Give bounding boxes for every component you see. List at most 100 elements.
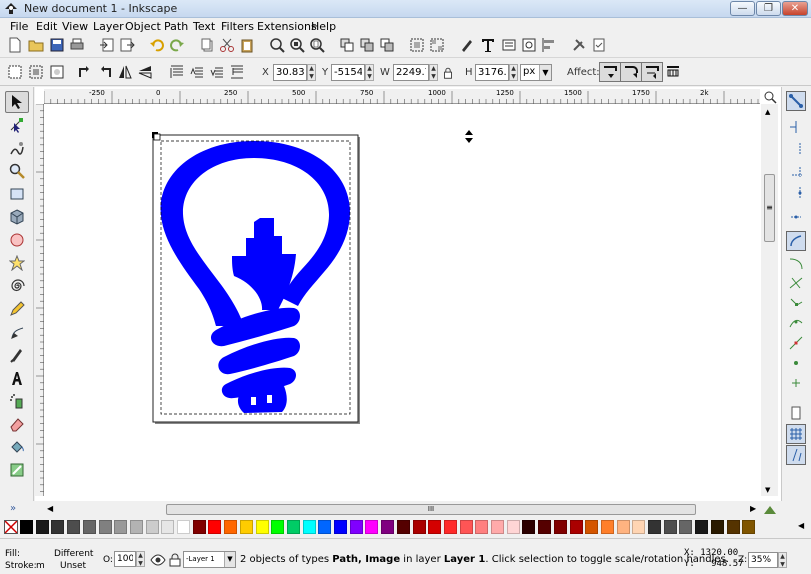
fill-stroke-button[interactable] [458, 35, 476, 55]
preferences-button[interactable] [570, 35, 588, 55]
select-all-layers-button[interactable] [27, 62, 45, 82]
palette-swatch[interactable] [522, 520, 536, 534]
deselect-button[interactable] [48, 62, 66, 82]
3d-box-tool[interactable] [5, 206, 29, 228]
lock-proportions-button[interactable] [441, 63, 455, 83]
document-metadata-button[interactable] [590, 35, 608, 55]
palette-swatch[interactable] [585, 520, 599, 534]
palette-swatch[interactable] [208, 520, 222, 534]
toolbox-expand-icon[interactable]: » [10, 503, 16, 514]
palette-swatch[interactable] [569, 520, 583, 534]
ellipse-tool[interactable] [5, 229, 29, 251]
snap-grid-button[interactable] [786, 424, 806, 444]
flip-horizontal-button[interactable] [116, 62, 134, 82]
palette-swatch[interactable] [538, 520, 552, 534]
palette-swatch[interactable] [129, 520, 143, 534]
pencil-tool[interactable] [5, 298, 29, 320]
palette-swatch[interactable] [365, 520, 379, 534]
snap-midpoints-button[interactable] [786, 333, 806, 353]
node-tool[interactable] [5, 114, 29, 136]
text-tool[interactable] [5, 367, 29, 389]
affect-pattern-toggle[interactable] [663, 62, 683, 82]
import-button[interactable] [98, 35, 116, 55]
opacity-field[interactable] [114, 551, 136, 567]
palette-swatch[interactable] [506, 520, 520, 534]
scroll-down-arrow-icon[interactable]: ▼ [765, 486, 770, 494]
save-button[interactable] [48, 35, 66, 55]
lower-to-bottom-button[interactable] [228, 62, 246, 82]
calligraphy-tool[interactable] [5, 344, 29, 366]
palette-swatch[interactable] [475, 520, 489, 534]
export-button[interactable] [118, 35, 136, 55]
palette-swatch[interactable] [412, 520, 426, 534]
cut-button[interactable] [218, 35, 236, 55]
snap-page-border-button[interactable] [786, 403, 806, 423]
affect-corners-toggle[interactable] [620, 62, 642, 82]
zoom-field[interactable] [748, 552, 778, 568]
menu-text[interactable]: Text [193, 20, 215, 33]
palette-swatch[interactable] [679, 520, 693, 534]
close-button[interactable]: ✕ [782, 1, 808, 16]
zoom-selection-button[interactable] [268, 35, 286, 55]
layer-visibility-eye-icon[interactable] [150, 552, 166, 566]
menu-edit[interactable]: Edit [36, 20, 57, 33]
snap-bbox-button[interactable] [786, 117, 806, 137]
current-layer-select[interactable]: -Layer 1 ▼ [183, 551, 236, 568]
horizontal-scrollbar[interactable]: ◀ III ▶ [44, 501, 760, 517]
clone-button[interactable] [358, 35, 376, 55]
affect-stroke-toggle[interactable] [599, 62, 621, 82]
palette-swatch[interactable] [82, 520, 96, 534]
palette-swatch[interactable] [616, 520, 630, 534]
palette-swatch[interactable] [286, 520, 300, 534]
menu-path[interactable]: Path [164, 20, 188, 33]
minimize-button[interactable]: — [730, 1, 755, 16]
layer-lock-icon[interactable] [167, 552, 181, 567]
menu-help[interactable]: Help [311, 20, 336, 33]
zoom-corner-button[interactable] [762, 89, 778, 104]
opacity-stepper[interactable]: ▲ ▼ [136, 551, 145, 567]
snap-object-centers-button[interactable] [786, 353, 806, 373]
snap-bbox-center-button[interactable] [786, 203, 806, 223]
select-all-button[interactable] [6, 62, 24, 82]
y-stepper[interactable]: ▲ ▼ [365, 64, 374, 81]
palette-swatch[interactable] [302, 520, 316, 534]
palette-swatch[interactable] [271, 520, 285, 534]
unlink-clone-button[interactable] [378, 35, 396, 55]
palette-swatch[interactable] [710, 520, 724, 534]
palette-swatch[interactable] [349, 520, 363, 534]
palette-swatch[interactable] [334, 520, 347, 534]
paste-button[interactable] [238, 35, 256, 55]
y-field[interactable] [331, 64, 365, 81]
zoom-stepper[interactable]: ▲ ▼ [778, 552, 787, 568]
palette-swatch[interactable] [648, 520, 661, 534]
no-paint-swatch[interactable] [4, 520, 18, 534]
lower-button[interactable] [208, 62, 226, 82]
horizontal-scroll-thumb[interactable]: III [166, 504, 696, 515]
palette-swatch[interactable] [239, 520, 253, 534]
snap-bbox-corner-button[interactable] [786, 161, 806, 181]
palette-swatch[interactable] [381, 520, 395, 534]
group-button[interactable] [408, 35, 426, 55]
palette-swatch[interactable] [20, 520, 33, 534]
width-stepper[interactable]: ▲ ▼ [429, 64, 438, 81]
zoom-tool[interactable] [5, 160, 29, 182]
palette-swatch[interactable] [491, 520, 504, 534]
paint-bucket-tool[interactable] [5, 436, 29, 458]
tweak-tool[interactable] [5, 137, 29, 159]
snap-bbox-edge-button[interactable] [786, 139, 806, 159]
menu-file[interactable]: File [10, 20, 28, 33]
snap-intersections-button[interactable] [786, 273, 806, 293]
menu-object[interactable]: Object [125, 20, 161, 33]
maximize-button[interactable]: ❐ [756, 1, 781, 16]
palette-swatch[interactable] [459, 520, 473, 534]
menu-view[interactable]: View [62, 20, 88, 33]
open-button[interactable] [27, 35, 45, 55]
palette-swatch[interactable] [428, 520, 442, 534]
palette-swatch[interactable] [443, 520, 457, 534]
palette-swatch[interactable] [161, 520, 175, 534]
palette-swatch[interactable] [318, 520, 332, 534]
spiral-tool[interactable] [5, 275, 29, 297]
zoom-drawing-button[interactable] [288, 35, 306, 55]
palette-swatch[interactable] [114, 520, 128, 534]
pen-tool[interactable] [5, 321, 29, 343]
